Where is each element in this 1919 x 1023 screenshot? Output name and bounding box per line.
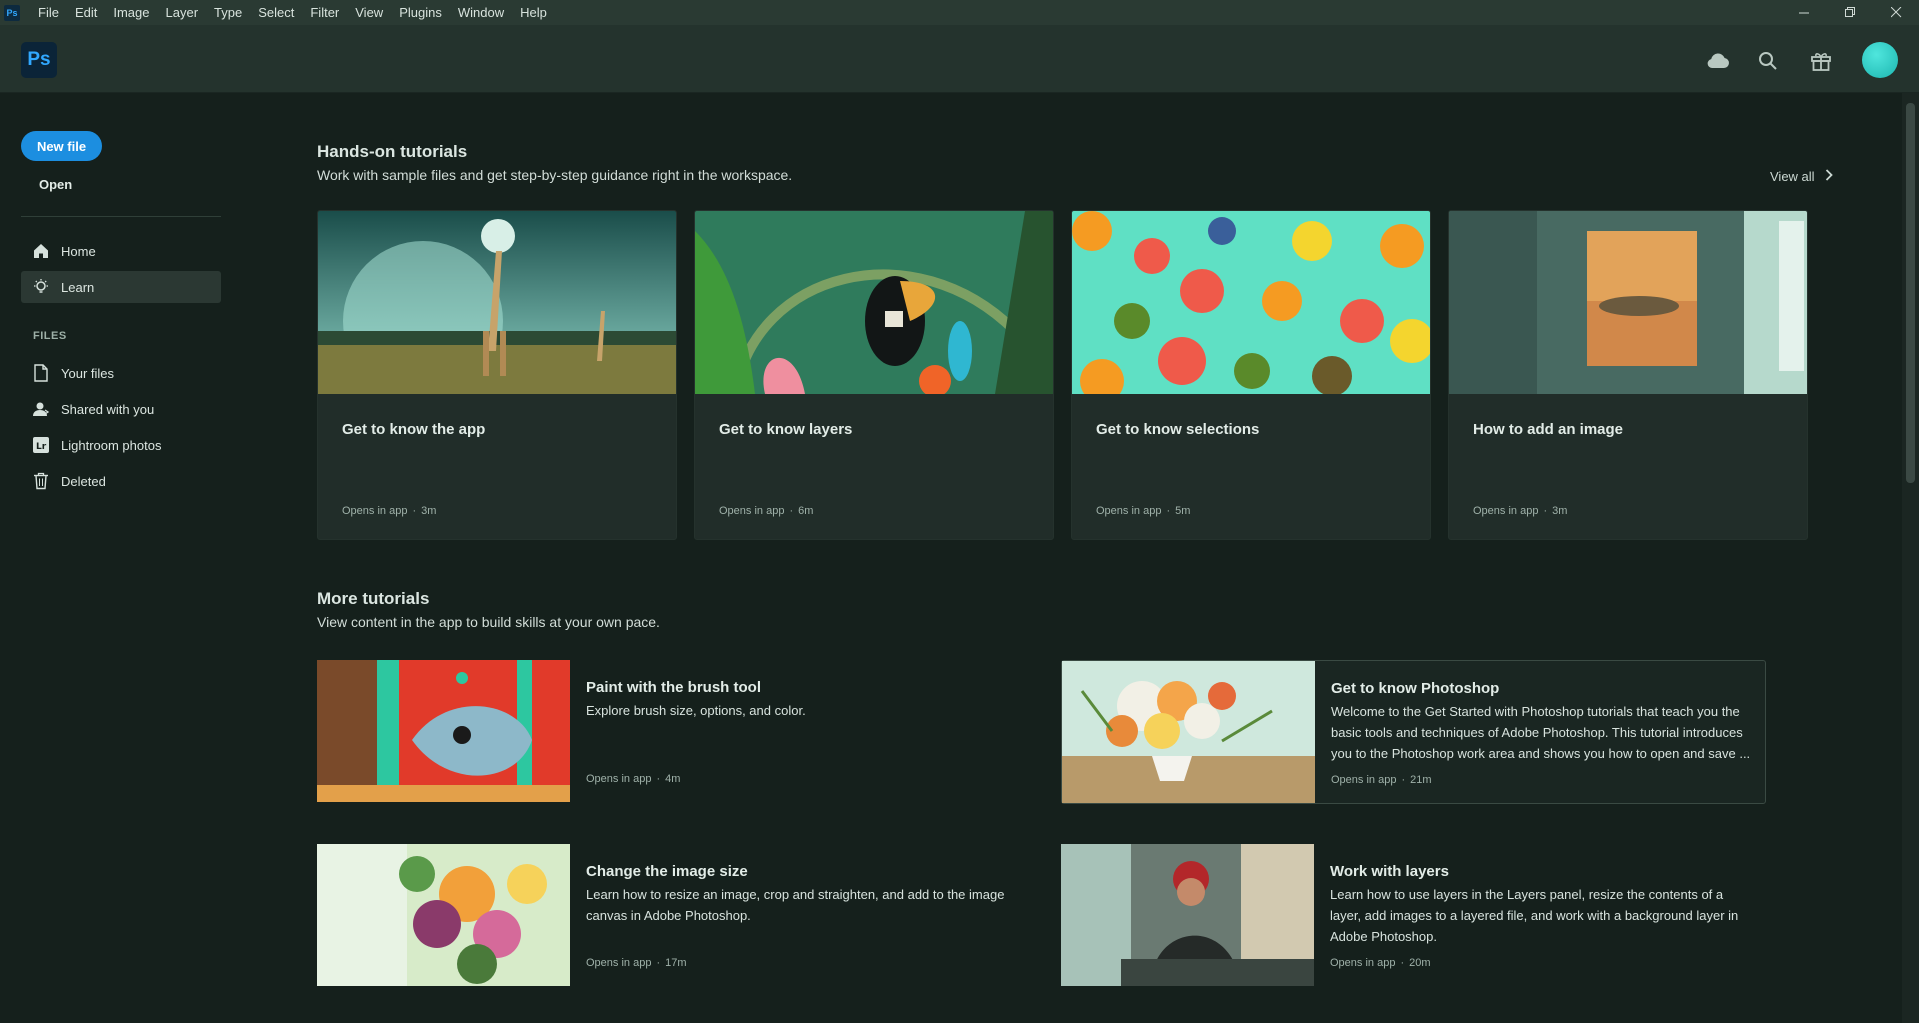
item-thumbnail (317, 660, 570, 802)
list-item[interactable]: Work with layers Learn how to use layers… (1061, 844, 1766, 988)
home-icon (31, 241, 51, 261)
menu-type[interactable]: Type (206, 0, 250, 25)
item-description: Welcome to the Get Started with Photosho… (1331, 704, 1751, 761)
chevron-right-icon (1825, 169, 1833, 184)
menu-edit[interactable]: Edit (67, 0, 105, 25)
more-tutorials-subtitle: View content in the app to build skills … (317, 614, 660, 630)
files-heading: FILES (33, 330, 67, 342)
card-meta: Opens in app · 6m (719, 505, 814, 517)
main-content: Hands-on tutorials Work with sample file… (230, 93, 1902, 1023)
restore-icon[interactable] (1827, 0, 1873, 25)
tutorial-card[interactable]: Get to know layers Opens in app · 6m (694, 210, 1054, 540)
item-title: Work with layers (1330, 863, 1449, 880)
sidebar-item-label: Your files (61, 365, 114, 381)
search-icon[interactable] (1756, 49, 1780, 73)
tutorial-card[interactable]: How to add an image Opens in app · 3m (1448, 210, 1808, 540)
lightbulb-icon (31, 277, 51, 297)
lightroom-icon: Lr (31, 435, 51, 455)
avatar[interactable] (1862, 42, 1898, 78)
item-title: Paint with the brush tool (586, 679, 761, 696)
card-title: Get to know selections (1096, 421, 1260, 438)
cloud-icon[interactable] (1706, 49, 1730, 73)
menu-bar: Ps File Edit Image Layer Type Select Fil… (0, 0, 1919, 25)
window-controls (1781, 0, 1919, 25)
list-item[interactable]: Get to know Photoshop Welcome to the Get… (1061, 660, 1766, 804)
sidebar-divider (21, 216, 221, 217)
menu-file[interactable]: File (30, 0, 67, 25)
list-item[interactable]: Paint with the brush tool Explore brush … (317, 660, 1022, 804)
sidebar-item-label: Deleted (61, 473, 106, 489)
card-title: Get to know layers (719, 421, 853, 438)
app-header: Ps (0, 25, 1919, 93)
menu-view[interactable]: View (347, 0, 391, 25)
item-meta: Opens in app · 21m (1331, 774, 1432, 786)
item-description: Learn how to resize an image, crop and s… (586, 887, 1005, 923)
card-thumbnail (318, 211, 676, 394)
item-title: Get to know Photoshop (1331, 680, 1500, 697)
menu-window[interactable]: Window (450, 0, 512, 25)
item-title: Change the image size (586, 863, 748, 880)
vertical-scrollbar[interactable] (1902, 93, 1919, 1023)
card-thumbnail (695, 211, 1053, 394)
more-tutorials-title: More tutorials (317, 589, 430, 608)
svg-text:Lr: Lr (36, 442, 47, 452)
sidebar-item-shared[interactable]: Shared with you (21, 393, 221, 425)
card-meta: Opens in app · 3m (342, 505, 437, 517)
card-thumbnail (1449, 211, 1807, 394)
menu-image[interactable]: Image (105, 0, 157, 25)
item-thumbnail (1062, 661, 1315, 803)
close-icon[interactable] (1873, 0, 1919, 25)
item-thumbnail (1061, 844, 1314, 986)
sidebar-item-home[interactable]: Home (21, 235, 221, 267)
sidebar-item-your-files[interactable]: Your files (21, 357, 221, 389)
tutorial-card[interactable]: Get to know the app Opens in app · 3m (317, 210, 677, 540)
menu-layer[interactable]: Layer (158, 0, 207, 25)
minimize-icon[interactable] (1781, 0, 1827, 25)
menu-help[interactable]: Help (512, 0, 555, 25)
new-file-button[interactable]: New file (21, 131, 102, 161)
hands-on-title: Hands-on tutorials (317, 142, 468, 161)
item-description: Explore brush size, options, and color. (586, 703, 806, 718)
scrollbar-thumb[interactable] (1906, 103, 1915, 483)
photoshop-logo[interactable]: Ps (21, 42, 57, 78)
shared-user-icon (31, 399, 51, 419)
item-thumbnail (317, 844, 570, 986)
file-icon (31, 363, 51, 383)
app-icon: Ps (4, 4, 20, 21)
menu-select[interactable]: Select (250, 0, 302, 25)
item-description: Learn how to use layers in the Layers pa… (1330, 887, 1739, 944)
trash-icon (31, 471, 51, 491)
view-all-link[interactable]: View all (1770, 169, 1833, 184)
sidebar: New file Open Home Learn FILES Your file… (0, 93, 230, 1023)
tutorial-card[interactable]: Get to know selections Opens in app · 5m (1071, 210, 1431, 540)
sidebar-item-label: Shared with you (61, 401, 155, 417)
sidebar-item-label: Home (61, 243, 96, 259)
menu-plugins[interactable]: Plugins (391, 0, 450, 25)
sidebar-item-label: Learn (61, 279, 95, 295)
item-meta: Opens in app · 20m (1330, 957, 1431, 969)
card-meta: Opens in app · 5m (1096, 505, 1191, 517)
menu-filter[interactable]: Filter (302, 0, 347, 25)
sidebar-item-lightroom[interactable]: Lr Lightroom photos (21, 429, 221, 461)
card-thumbnail (1072, 211, 1430, 394)
sidebar-item-deleted[interactable]: Deleted (21, 465, 221, 497)
hands-on-subtitle: Work with sample files and get step-by-s… (317, 167, 793, 183)
item-meta: Opens in app · 4m (586, 773, 681, 785)
sidebar-item-learn[interactable]: Learn (21, 271, 221, 303)
card-title: Get to know the app (342, 421, 486, 438)
card-meta: Opens in app · 3m (1473, 505, 1568, 517)
sidebar-item-label: Lightroom photos (61, 437, 162, 453)
card-title: How to add an image (1473, 421, 1624, 438)
item-meta: Opens in app · 17m (586, 957, 687, 969)
gift-icon[interactable] (1809, 49, 1833, 73)
view-all-label: View all (1770, 169, 1815, 184)
list-item[interactable]: Change the image size Learn how to resiz… (317, 844, 1022, 988)
open-button[interactable]: Open (39, 177, 72, 192)
